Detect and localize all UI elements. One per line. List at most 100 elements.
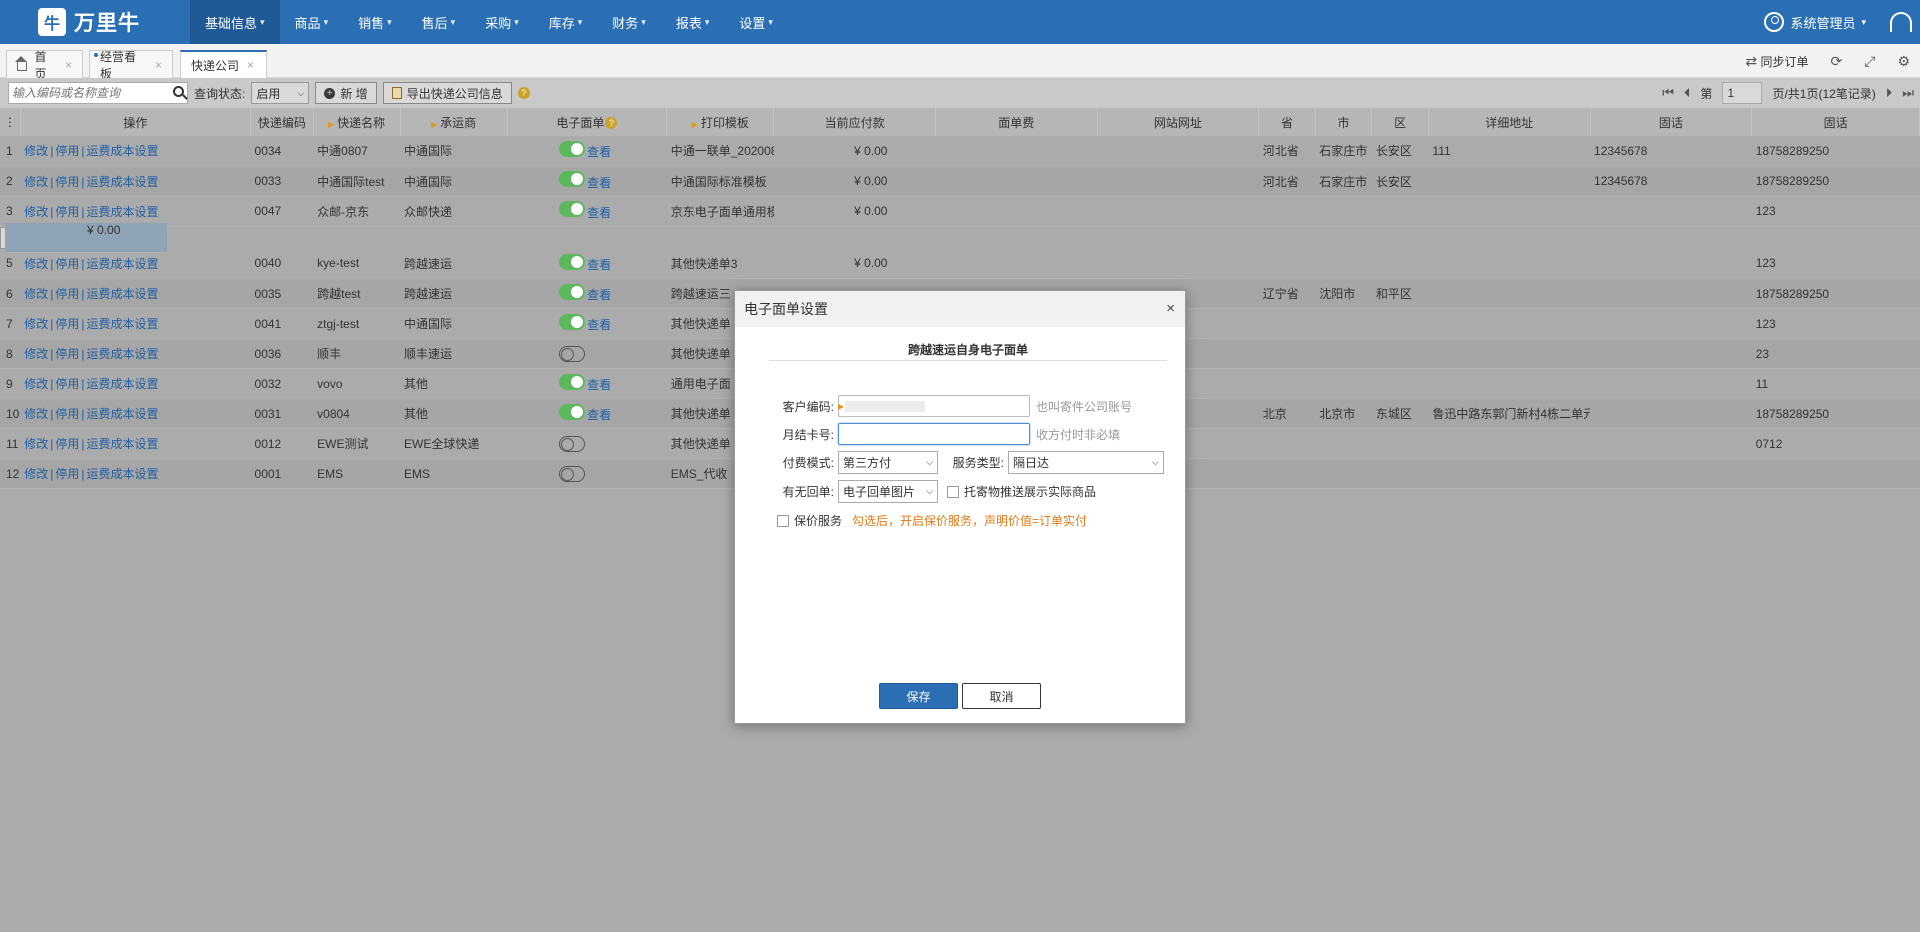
modify-link[interactable]: 修改 <box>24 144 48 158</box>
col-header[interactable]: 固话 <box>1751 108 1920 136</box>
eface-toggle[interactable] <box>559 253 586 270</box>
view-link[interactable]: 查看 <box>587 145 611 159</box>
menu-item[interactable]: 报表 ▾ <box>661 0 725 44</box>
col-header[interactable]: 区 <box>1371 108 1429 136</box>
menu-item[interactable]: 采购 ▾ <box>470 0 534 44</box>
cost-settings-link[interactable]: 运费成本设置 <box>86 377 158 391</box>
table-row[interactable]: 3 修改 | 停用 | 运费成本设置 0047 众邮-京东 众邮快递 查看 京东电子面单通用模 ¥ 0… <box>0 196 1920 227</box>
table-row[interactable]: 5 修改 | 停用 | 运费成本设置 0040 kye-test 跨越速运 查看 其他快递单3 ¥ 0… <box>0 248 1920 279</box>
view-link[interactable]: 查看 <box>587 176 611 190</box>
save-button[interactable]: 保存 <box>879 683 958 709</box>
table-row[interactable]: 2 修改 | 停用 | 运费成本设置 0033 中通国际test 中通国际 查看 中通国际标准模板 ¥… <box>0 166 1920 197</box>
disable-link[interactable]: 停用 <box>55 257 79 271</box>
close-icon[interactable]: × <box>247 58 254 72</box>
return-select[interactable]: 电子回单图片 ⌵ <box>838 480 938 503</box>
fullscreen-icon[interactable]: ⤢ <box>1864 53 1875 70</box>
last-page-icon[interactable]: ⏭ <box>1902 85 1914 101</box>
disable-link[interactable]: 停用 <box>55 287 79 301</box>
tab-express-company[interactable]: 快递公司 × <box>180 50 267 78</box>
col-header[interactable]: ▶ 快递名称 <box>313 108 401 136</box>
cost-settings-link[interactable]: 运费成本设置 <box>86 437 158 451</box>
cost-settings-link[interactable]: 运费成本设置 <box>86 347 158 361</box>
view-link[interactable]: 查看 <box>587 288 611 302</box>
consign-checkbox[interactable] <box>947 485 959 498</box>
modify-link[interactable]: 修改 <box>24 467 48 481</box>
help-icon[interactable]: ? <box>605 117 618 130</box>
disable-link[interactable]: 停用 <box>55 144 79 158</box>
eface-toggle[interactable] <box>559 373 586 390</box>
col-header[interactable]: 当前应付款 <box>773 108 936 136</box>
menu-item[interactable]: 销售 ▾ <box>343 0 407 44</box>
menu-item[interactable]: 售后 ▾ <box>407 0 471 44</box>
insure-checkbox[interactable] <box>777 514 789 527</box>
table-row[interactable]: 1 修改 | 停用 | 运费成本设置 0034 中通0807 中通国际 查看 中通一联单_20200… <box>0 136 1920 167</box>
eface-toggle[interactable] <box>559 465 586 482</box>
search-icon[interactable] <box>173 86 184 97</box>
disable-link[interactable]: 停用 <box>55 317 79 331</box>
logo[interactable]: 牛 万里牛 <box>0 0 190 44</box>
customer-code-input[interactable]: ▶ <box>838 395 1030 417</box>
headset-icon[interactable] <box>1890 12 1912 32</box>
close-icon[interactable]: × <box>155 58 162 72</box>
cost-settings-link[interactable]: 运费成本设置 <box>86 467 158 481</box>
disable-link[interactable]: 停用 <box>55 347 79 361</box>
eface-toggle[interactable] <box>559 201 586 218</box>
help-icon[interactable]: ? <box>517 87 530 99</box>
sync-orders-button[interactable]: ⇄ 同步订单 <box>1745 53 1808 70</box>
cost-settings-link[interactable]: 运费成本设置 <box>86 144 158 158</box>
cost-settings-link[interactable]: 运费成本设置 <box>86 407 158 421</box>
view-link[interactable]: 查看 <box>587 408 611 422</box>
cost-settings-link[interactable]: 运费成本设置 <box>86 257 158 271</box>
disable-link[interactable]: 停用 <box>55 467 79 481</box>
menu-item[interactable]: 商品 ▾ <box>280 0 344 44</box>
next-page-icon[interactable]: ⏵ <box>1886 85 1893 101</box>
menu-item[interactable]: 基础信息 ▾ <box>190 0 280 44</box>
col-header[interactable]: ▶ 打印模板 <box>666 108 775 136</box>
modify-link[interactable]: 修改 <box>24 257 48 271</box>
modify-link[interactable]: 修改 <box>24 317 48 331</box>
export-button[interactable]: 导出快递公司信息 <box>382 82 512 104</box>
cost-settings-link[interactable]: 运费成本设置 <box>86 175 158 189</box>
cost-settings-link[interactable]: 运费成本设置 <box>86 205 158 219</box>
table-row[interactable]: 4修改|停用|运费成本设置0046跨越2.0跨越速运查看跨越速运三联单_21¥ … <box>0 222 167 253</box>
col-header[interactable]: 面单费 <box>935 108 1098 136</box>
col-header[interactable]: 省 <box>1258 108 1316 136</box>
tab-dashboard[interactable]: 经营看板 × <box>89 50 173 81</box>
monthly-card-input[interactable] <box>838 423 1030 445</box>
disable-link[interactable]: 停用 <box>55 437 79 451</box>
col-header[interactable]: 固话 <box>1590 108 1753 136</box>
view-link[interactable]: 查看 <box>587 378 611 392</box>
modify-link[interactable]: 修改 <box>24 347 48 361</box>
col-header[interactable]: 市 <box>1315 108 1373 136</box>
modify-link[interactable]: 修改 <box>24 287 48 301</box>
eface-toggle[interactable] <box>559 171 586 188</box>
col-header[interactable]: 电子面单? <box>507 108 668 136</box>
modify-link[interactable]: 修改 <box>24 437 48 451</box>
modify-link[interactable]: 修改 <box>24 205 48 219</box>
disable-link[interactable]: 停用 <box>55 377 79 391</box>
eface-toggle[interactable] <box>559 403 586 420</box>
modify-link[interactable]: 修改 <box>24 407 48 421</box>
col-header[interactable]: 网站网址 <box>1097 108 1260 136</box>
eface-toggle[interactable] <box>559 141 586 158</box>
status-select[interactable]: 启用 ⌵ <box>251 82 310 104</box>
cost-settings-link[interactable]: 运费成本设置 <box>86 287 158 301</box>
view-link[interactable]: 查看 <box>587 258 611 272</box>
search-input[interactable] <box>9 83 169 103</box>
eface-toggle[interactable] <box>559 345 586 362</box>
disable-link[interactable]: 停用 <box>55 175 79 189</box>
menu-item[interactable]: 设置 ▾ <box>724 0 788 44</box>
modify-link[interactable]: 修改 <box>24 175 48 189</box>
first-page-icon[interactable]: ⏮ <box>1662 85 1674 101</box>
disable-link[interactable]: 停用 <box>55 205 79 219</box>
page-input[interactable]: 1 <box>1722 82 1763 104</box>
pay-mode-select[interactable]: 第三方付 ⌵ <box>838 451 938 474</box>
cost-settings-link[interactable]: 运费成本设置 <box>86 317 158 331</box>
col-header[interactable]: 详细地址 <box>1428 108 1591 136</box>
tab-home[interactable]: 首页 × <box>6 50 83 81</box>
col-header[interactable]: 快递编码 <box>250 108 314 136</box>
disable-link[interactable]: 停用 <box>55 407 79 421</box>
row-menu-icon[interactable]: ⋮ <box>0 108 21 136</box>
eface-toggle[interactable] <box>559 435 586 452</box>
service-type-select[interactable]: 隔日达 ⌵ <box>1008 451 1164 474</box>
